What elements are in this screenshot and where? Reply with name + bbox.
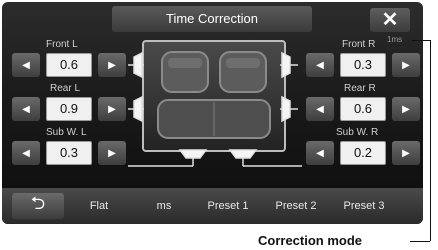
- annotation-leader-vertical: [430, 40, 431, 241]
- back-arrow-icon: ⮌: [30, 193, 46, 213]
- preset-3-button[interactable]: Preset 3: [330, 200, 398, 212]
- speaker-icon: [281, 95, 291, 123]
- speaker-icon: [133, 51, 143, 79]
- correction-mode-annotation: Correction mode: [258, 233, 363, 248]
- speaker-icon: [281, 51, 291, 79]
- time-correction-screen: Time Correction ✕ 1ms Front L ◀ 0.6 ▶ Re…: [2, 2, 423, 224]
- speaker-connectors: [128, 51, 302, 167]
- subwoofer-icon: [178, 149, 208, 159]
- annotation-leader-bottom: [410, 241, 430, 242]
- preset-2-button[interactable]: Preset 2: [262, 200, 330, 212]
- annotation-leader-top: [412, 40, 430, 41]
- back-button[interactable]: ⮌: [12, 193, 64, 219]
- flat-button[interactable]: Flat: [64, 200, 134, 212]
- preset-1-button[interactable]: Preset 1: [194, 200, 262, 212]
- subwoofer-icon: [228, 149, 258, 159]
- bottom-bar: ⮌ Flat ms Preset 1 Preset 2 Preset 3: [2, 188, 423, 224]
- speaker-icon: [133, 95, 143, 123]
- ms-mode-button[interactable]: ms: [134, 200, 194, 212]
